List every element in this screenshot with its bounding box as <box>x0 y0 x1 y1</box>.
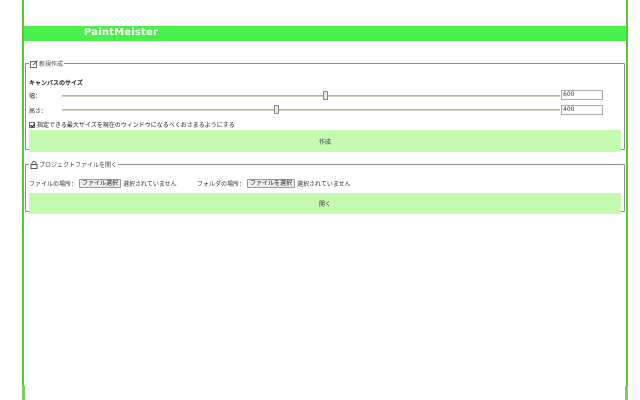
fit-window-option[interactable]: 指定できる最大サイズを現在のウィンドウになるべくおさまるようにする <box>29 120 235 129</box>
choose-folder-button[interactable]: ファイルを選択 <box>247 179 296 188</box>
new-project-legend: 新規作成 <box>29 59 64 68</box>
folder-status: 選択されていません <box>297 181 351 188</box>
folder-picker-row: フォルダの場所： ファイルを選択 選択されていません <box>197 179 351 188</box>
canvas-size-heading: キャンバスのサイズ <box>29 80 83 87</box>
height-label: 高さ： <box>29 108 48 115</box>
app-title: PaintMeister <box>84 27 159 38</box>
height-input[interactable]: 400 <box>561 105 603 115</box>
fit-window-checkbox[interactable] <box>29 121 35 128</box>
open-project-legend-label: プロジェクトファイルを開く <box>39 162 118 169</box>
file-picker-row: ファイルの場所： ファイル選択 選択されていません <box>29 179 177 188</box>
width-slider[interactable] <box>62 91 560 100</box>
create-button[interactable]: 作成 <box>29 130 621 152</box>
new-project-legend-label: 新規作成 <box>39 61 64 68</box>
open-project-panel: プロジェクトファイルを開く ファイルの場所： ファイル選択 選択されていません … <box>25 160 625 214</box>
lock-icon <box>30 160 38 169</box>
height-slider-thumb[interactable] <box>274 105 279 114</box>
fit-window-label: 指定できる最大サイズを現在のウィンドウになるべくおさまるようにする <box>37 122 235 129</box>
file-status: 選択されていません <box>123 181 177 188</box>
open-project-legend: プロジェクトファイルを開く <box>29 160 118 169</box>
width-label: 幅： <box>29 93 42 100</box>
app-header: PaintMeister <box>24 26 626 41</box>
file-location-label: ファイルの場所： <box>29 181 78 188</box>
frame-accent-right <box>625 386 628 400</box>
height-slider[interactable] <box>62 105 560 114</box>
open-button[interactable]: 開く <box>29 193 621 214</box>
frame-accent-left <box>22 386 25 400</box>
edit-icon <box>30 59 38 68</box>
folder-location-label: フォルダの場所： <box>197 181 246 188</box>
width-input[interactable]: 600 <box>561 90 603 100</box>
width-slider-thumb[interactable] <box>323 91 328 100</box>
choose-file-button[interactable]: ファイル選択 <box>79 179 122 188</box>
new-project-panel: 新規作成 キャンバスのサイズ 幅： 600 高さ： 400 指定できる最大サイズ… <box>25 59 625 152</box>
